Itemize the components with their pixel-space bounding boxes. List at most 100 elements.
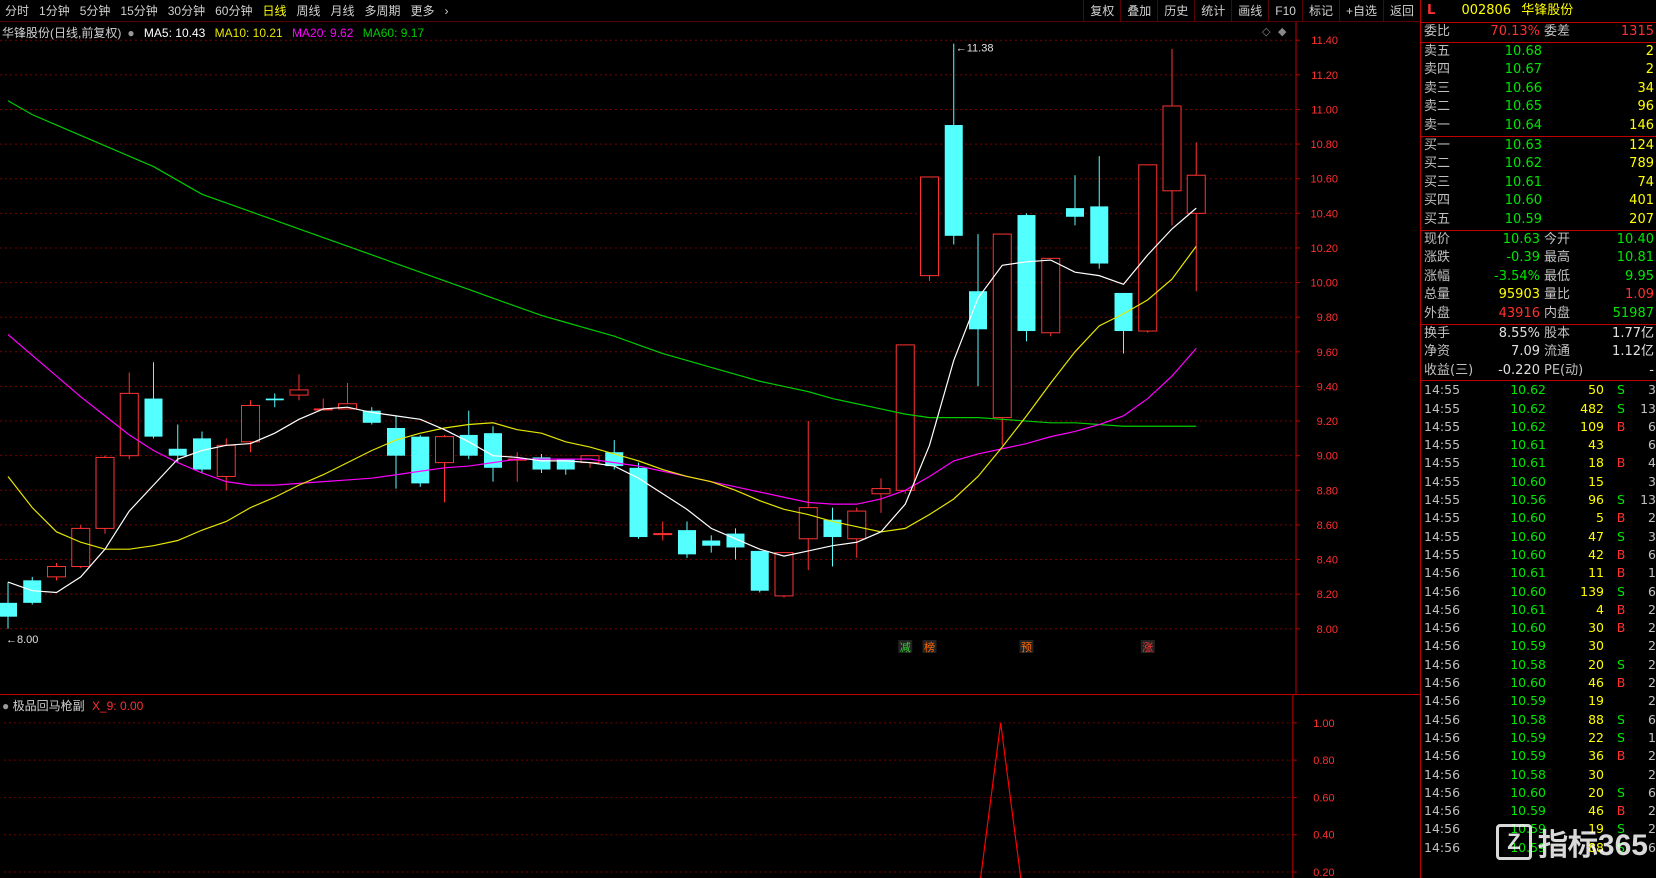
tick-time: 14:56 [1424,803,1461,819]
tab-8[interactable]: 月线 [326,0,360,22]
tool-button-7[interactable]: +自选 [1338,0,1383,22]
tab-10[interactable]: 更多 [406,0,440,22]
tab-9[interactable]: 多周期 [360,0,406,22]
candle[interactable] [47,563,66,581]
candle[interactable] [920,176,939,281]
chevron-right-icon[interactable]: › [440,0,454,22]
y-tick-label: 9.40 [1317,381,1338,393]
candle[interactable] [0,582,17,629]
candle-body [47,565,66,578]
candle[interactable] [265,393,284,408]
tab-3[interactable]: 15分钟 [115,0,162,22]
tool-button-0[interactable]: 复权 [1083,0,1120,22]
candle[interactable] [387,415,405,489]
candle[interactable] [750,550,769,593]
candle[interactable] [459,410,478,460]
tick-row: 14:56 10.59 36 B 2 [1421,747,1656,765]
tick-direction: B [1616,601,1626,617]
share-label: 净资 [1424,344,1451,360]
tick-price: 10.62 [1510,418,1546,434]
event-marker-label: 减 [900,641,911,654]
kline-chart[interactable]: 11.40 11.20 11.00 10.80 10.60 10.40 10.20 10.00… [0,22,1420,694]
candle[interactable] [411,434,430,487]
level-price: 10.64 [1504,117,1542,133]
candle[interactable] [847,507,867,558]
quote-panel: L 002806 华锋股份 委比 70.13% 委差 1315 卖五 10.68 2… [1420,0,1656,878]
tool-button-5[interactable]: F10 [1268,0,1302,22]
candle[interactable] [362,407,381,425]
indicator-chart[interactable]: 1.00 0.80 0.60 0.40 0.20 [0,694,1420,878]
candle[interactable] [774,552,794,598]
tick-time: 14:55 [1424,510,1461,526]
stat-value: 95903 [1498,287,1540,303]
tick-row: 14:56 10.61 4 B 2 [1421,601,1656,619]
tick-list[interactable]: 14:55 10.62 50 S 3 14:55 10.62 482 S 13 14:55 10.62… [1421,381,1656,857]
level-label: 买四 [1424,193,1451,209]
tab-6[interactable]: 日线 [257,0,291,22]
tab-4[interactable]: 30分钟 [163,0,210,22]
tool-button-4[interactable]: 画线 [1231,0,1268,22]
tick-count: 1 [1648,565,1656,581]
candle[interactable] [629,462,648,539]
candle[interactable] [71,524,91,569]
tool-button-2[interactable]: 历史 [1157,0,1194,22]
candle[interactable] [678,521,696,558]
tool-button-3[interactable]: 统计 [1194,0,1231,22]
candle[interactable] [1114,292,1133,354]
share-row: 换手 8.55% 股本 1.77亿 [1421,325,1656,344]
indicator-legend: ● 极品回马枪副 X_9: 0.00 [2,697,143,714]
share-row: 净资 7.09 流通 1.12亿 [1421,343,1656,362]
level-volume: 2 [1645,62,1654,78]
candle[interactable] [1090,156,1109,269]
candle[interactable] [1162,48,1182,226]
tick-time: 14:56 [1424,583,1461,599]
candle[interactable] [871,478,891,513]
tick-price: 10.62 [1510,400,1546,416]
order-row: 买三 10.61 74 [1421,174,1656,193]
tool-button-1[interactable]: 叠加 [1120,0,1157,22]
candle[interactable] [1041,257,1061,337]
tool-button-8[interactable]: 返回 [1382,0,1420,22]
ma10-label: MA10: 10.21 [214,26,283,40]
candle-body [0,602,17,617]
sub-y-tick-label: 0.80 [1313,755,1334,767]
tab-7[interactable]: 周线 [291,0,325,22]
candle[interactable] [532,453,551,473]
candle[interactable] [726,528,745,560]
tab-5[interactable]: 60分钟 [210,0,257,22]
candle[interactable] [1186,142,1206,292]
tick-row: 14:56 10.59 30 2 [1421,637,1656,655]
candle[interactable] [895,344,915,494]
candle[interactable] [1017,213,1036,342]
watermark-text: 指标365 [1537,829,1648,862]
candle[interactable] [95,455,115,534]
candle[interactable] [702,535,721,553]
candle[interactable] [144,362,163,439]
candle[interactable] [944,43,963,245]
settings-dot-icon[interactable]: ● [127,26,134,40]
candle[interactable] [119,372,139,460]
candle[interactable] [823,507,842,567]
tick-price: 10.60 [1510,528,1546,544]
tick-volume: 47 [1588,528,1604,544]
tick-time: 14:56 [1424,729,1461,745]
settings-dot-icon[interactable]: ● [2,699,9,713]
candle[interactable] [798,421,818,570]
tab-1[interactable]: 1分钟 [34,0,75,22]
tick-count: 6 [1648,437,1656,453]
level-label: 买五 [1424,211,1451,227]
candle[interactable] [1066,175,1084,226]
y-tick-label: 10.20 [1310,243,1338,255]
tick-price: 10.59 [1510,638,1546,654]
tool-button-6[interactable]: 标记 [1301,0,1339,22]
tab-0[interactable]: 分时 [0,0,34,22]
candle[interactable] [484,426,502,482]
candle[interactable] [289,374,309,401]
tick-time: 14:55 [1424,382,1461,398]
tab-2[interactable]: 5分钟 [75,0,116,22]
event-marker-label: 榜 [924,640,935,654]
tick-count: 3 [1648,382,1656,398]
candle[interactable] [653,521,673,541]
level-price: 10.68 [1504,43,1542,59]
candle[interactable] [969,234,987,387]
